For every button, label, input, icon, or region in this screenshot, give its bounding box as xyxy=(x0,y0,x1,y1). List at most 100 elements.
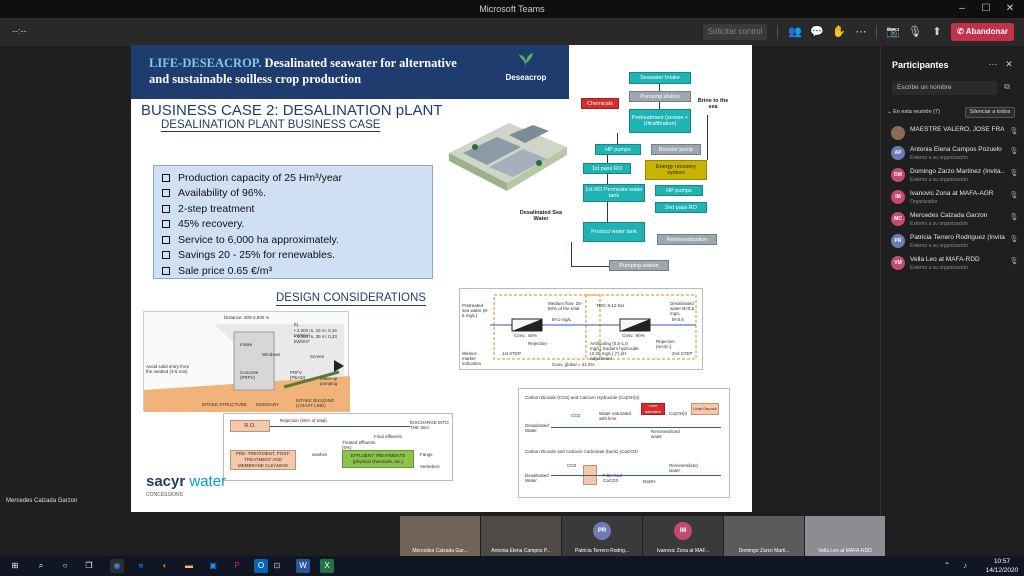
participant-row[interactable]: IM Ivanovic Zona at MAFA-AGR Organizador… xyxy=(891,188,1021,210)
participant-row[interactable]: PR Patricia Terrero Rodriguez (Invita...… xyxy=(891,232,1021,254)
slide-header-title: LIFE-DESEACROP. Desalinated seawater for… xyxy=(149,55,457,87)
participant-name: MAESTRE VALERO, JOSÉ FRANCI... xyxy=(910,126,1005,133)
excel-icon[interactable]: X xyxy=(320,559,334,573)
request-control-button[interactable]: Solicitar control xyxy=(703,24,767,40)
camera-off-icon[interactable]: 📷 xyxy=(885,24,901,40)
chem-remin-2: Remineralized water xyxy=(669,463,698,473)
remineralization-diagram: Carbon Dioxide (CO2) and Calcium Hydroxi… xyxy=(518,388,730,498)
video-tile[interactable]: Domingo Zarzo Marti... xyxy=(724,516,804,556)
participant-name: Ivanovic Zona at MAFA-AGR xyxy=(910,190,994,197)
chem-lime-saturator: Lime saturator xyxy=(641,403,665,415)
design-considerations-title: DESIGN CONSIDERATIONS xyxy=(276,292,426,306)
word-icon[interactable]: W xyxy=(296,559,310,573)
video-tile[interactable]: PR Patricia Terrero Rodrig... xyxy=(562,516,642,556)
avatar: PR xyxy=(891,234,905,248)
chem-flow-line xyxy=(551,475,721,476)
task-view-icon[interactable]: ❐ xyxy=(82,559,96,573)
app-icon[interactable]: ⊡ xyxy=(270,559,284,573)
more-options-icon[interactable]: ⋯ xyxy=(987,59,999,71)
windows-start-icon[interactable]: ⊞ xyxy=(8,559,22,573)
intake-label: Intake xyxy=(240,342,253,347)
ro-additions: Antifouling (0,5-1,0 mg/L) Sodium hydrox… xyxy=(590,341,639,361)
bullet-text: Service to 6,000 ha approximately. xyxy=(178,233,339,246)
cortana-icon[interactable]: ○ xyxy=(58,559,72,573)
flow-second-pass-ro: 2nd pass RO xyxy=(655,202,707,213)
maximize-icon[interactable]: ☐ xyxy=(974,1,998,17)
roflow-fangs: Fangs xyxy=(420,452,433,457)
mic-muted-icon: 🎙 xyxy=(1009,236,1019,243)
flow-chemicals: Chemicals xyxy=(581,98,619,109)
flow-seawater-intake: Seawater Intake xyxy=(629,72,691,84)
bullet-text: Sale price 0.65 €/m³ xyxy=(178,264,272,277)
chem-desal-water-1: Desalinated Water xyxy=(525,423,549,433)
flow-desalinated-label: Desalinated Sea Water xyxy=(519,210,563,222)
ro-rejection2: Rejection (recirc.) xyxy=(656,339,675,349)
avatar: IM xyxy=(674,522,692,540)
clock-date: 14/12/2020 xyxy=(985,567,1019,574)
close-icon[interactable]: ✕ xyxy=(998,1,1022,17)
bullet-text: 45% recovery. xyxy=(178,218,245,231)
participant-row[interactable]: AP Antonia Elena Campos Pozuelo Externo … xyxy=(891,144,1021,166)
ro-welnez: Welnez marker indication xyxy=(462,351,482,366)
in-meeting-count: En esta reunión (7) xyxy=(893,109,940,115)
flow-arrow xyxy=(571,266,609,267)
mic-off-icon[interactable]: 🎙 xyxy=(907,24,923,40)
window-title: Microsoft Teams xyxy=(479,4,545,14)
ro-conv2: Conv.: 90% xyxy=(622,333,645,338)
powerpoint-icon[interactable]: P xyxy=(230,559,244,573)
mic-muted-icon: 🎙 xyxy=(1009,214,1019,221)
video-tile[interactable]: Mercedes Calzada Gar... xyxy=(400,516,480,556)
flow-booster-pump: Booster pump xyxy=(651,144,701,155)
flow-arrow xyxy=(607,202,608,222)
flow-arrow xyxy=(659,84,660,91)
taskbar-clock[interactable]: 10:57 14/12/2020 xyxy=(982,557,1022,575)
chem-caoh2: Ca(OH)2 xyxy=(669,411,688,416)
leave-button[interactable]: ✆ Abandonar xyxy=(951,23,1014,41)
file-explorer-icon[interactable]: ▬ xyxy=(182,559,196,573)
participant-search-input[interactable]: Escribe un nombre xyxy=(892,81,997,95)
checkbox-bullet-icon xyxy=(162,251,170,260)
share-invite-icon[interactable]: ⧉ xyxy=(1001,82,1013,94)
raise-hand-icon[interactable]: ✋ xyxy=(831,24,847,40)
video-tile[interactable]: IM Ivanovic Zona at MAF... xyxy=(643,516,723,556)
mic-muted-icon: 🎙 xyxy=(1009,192,1019,199)
chat-icon[interactable]: 💬 xyxy=(809,24,825,40)
speaker-icon[interactable]: ♪ xyxy=(958,559,972,573)
chrome-icon[interactable]: ◉ xyxy=(110,559,124,573)
ro-bmg2: B<0,5 xyxy=(672,317,684,322)
participant-row[interactable]: DM Domingo Zarzo Martinez (Invita... Ext… xyxy=(891,166,1021,188)
more-actions-icon[interactable]: ⋯ xyxy=(853,24,869,40)
edge-icon[interactable]: e xyxy=(134,559,148,573)
video-tile[interactable]: Antonia Elena Campos P... xyxy=(481,516,561,556)
video-caption: Ivanovic Zona at MAF... xyxy=(656,548,710,554)
participant-row[interactable]: VM Vella Leo at MAFA-RDD Externo a su or… xyxy=(891,254,1021,276)
participants-title: Participantes xyxy=(892,60,949,70)
network-icon[interactable]: ⌃ xyxy=(940,559,954,573)
meeting-timer: --:-- xyxy=(12,26,27,36)
checkbox-bullet-icon xyxy=(162,235,170,244)
video-tile[interactable]: Vella Leo at MAFA-RDD xyxy=(805,516,885,556)
chem-co2-2: CO2 xyxy=(567,463,577,468)
participant-row[interactable]: MAESTRE VALERO, JOSÉ FRANCI... 🎙 xyxy=(891,124,1021,146)
participants-icon[interactable]: 👥 xyxy=(787,24,803,40)
close-panel-icon[interactable]: ✕ xyxy=(1003,59,1015,71)
header-brand: LIFE-DESEACROP. xyxy=(149,56,262,70)
share-screen-icon[interactable]: ⬆ xyxy=(929,24,945,40)
roflow-washes: washes xyxy=(312,452,328,457)
participant-row[interactable]: MC Mercedes Calzada Garzon Externo a su … xyxy=(891,210,1021,232)
participant-subtitle: Externo a su organización xyxy=(910,155,968,161)
participant-name: Mercedes Calzada Garzon xyxy=(910,212,988,219)
ro-rejection1: Rejection xyxy=(528,341,547,346)
mute-all-button[interactable]: Silenciar a todos xyxy=(965,107,1015,118)
store-icon[interactable]: ▣ xyxy=(206,559,220,573)
ro-pretreated: Pretreated sea water (8-5 mg/L) xyxy=(462,303,489,318)
flow-pumping-station-1: Pumping station xyxy=(629,91,691,102)
ro-medium-flow: Medium flow: 25-60% of the total xyxy=(548,301,583,311)
chem-co2-1: CO2 xyxy=(571,413,581,418)
outlook-icon[interactable]: O xyxy=(254,559,268,573)
flow-arrow xyxy=(707,115,708,160)
firefox-icon[interactable]: ◐ xyxy=(158,559,172,573)
minimize-icon[interactable]: – xyxy=(950,1,974,17)
roflow-ro: R.O. xyxy=(230,420,270,432)
search-icon[interactable]: ⌕ xyxy=(34,559,48,573)
